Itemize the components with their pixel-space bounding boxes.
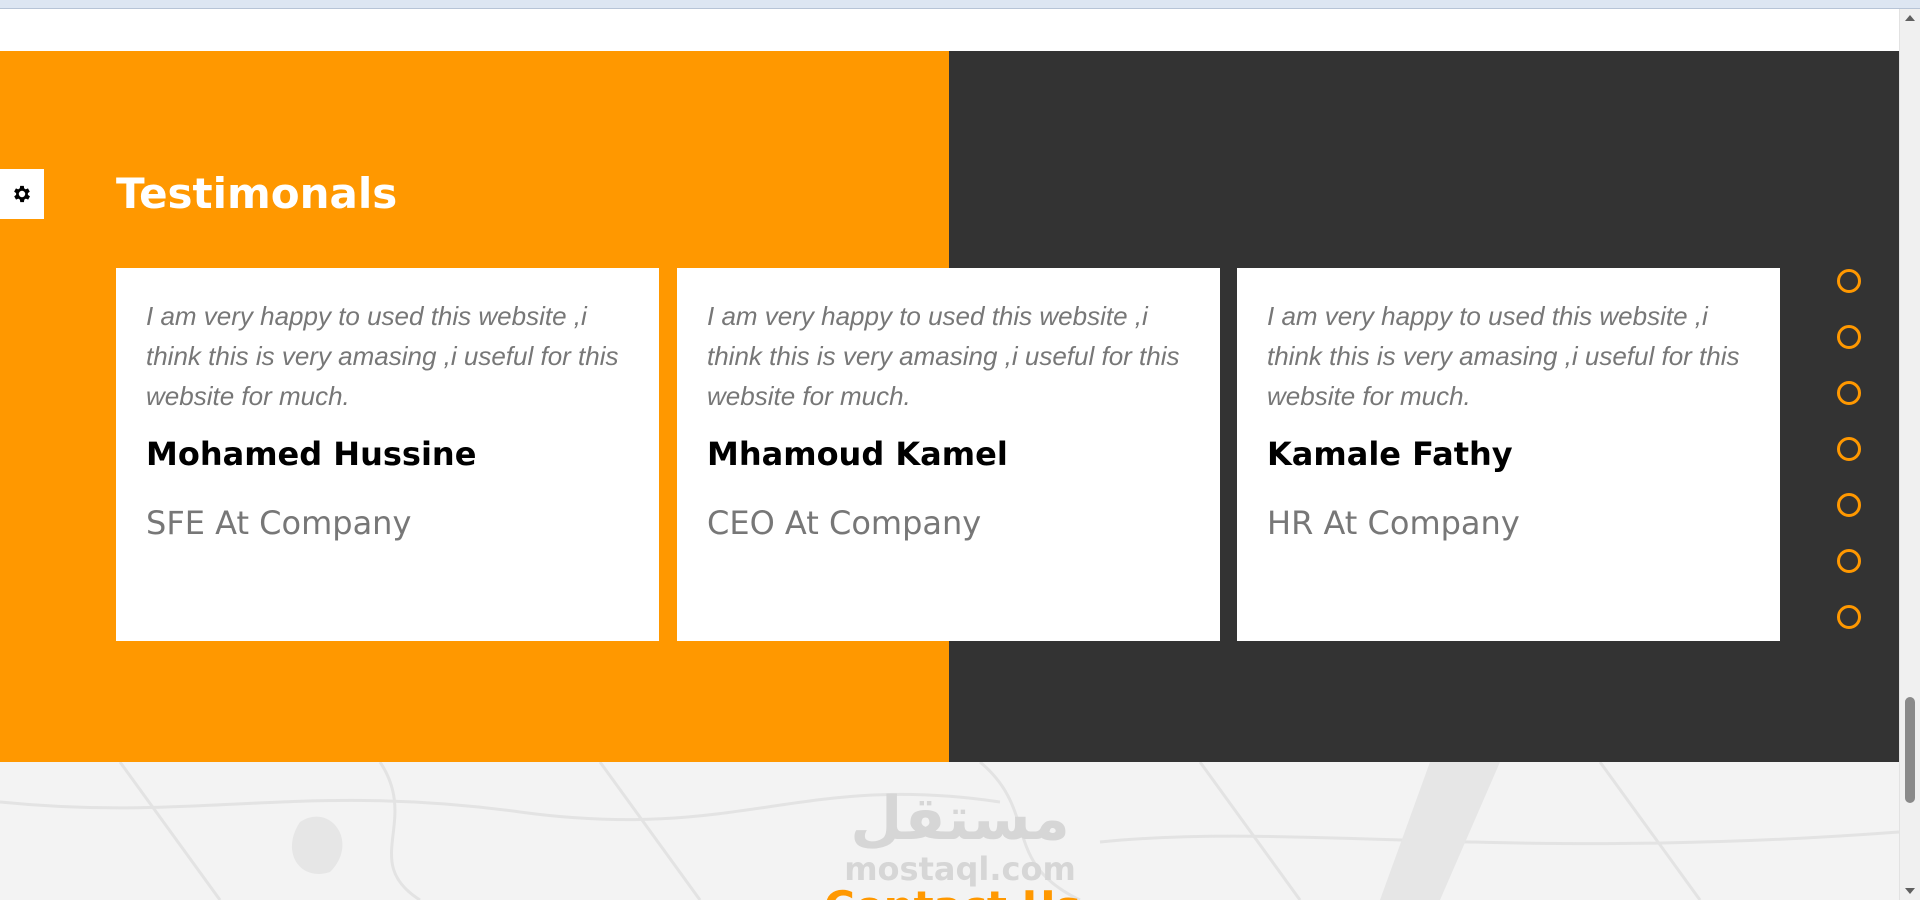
testimonial-card: I am very happy to used this website ,i …	[116, 268, 659, 641]
testimonial-quote: I am very happy to used this website ,i …	[707, 301, 1180, 411]
testimonials-section: Testimonals I am very happy to used this…	[0, 51, 1899, 762]
pagination-dot-4[interactable]	[1837, 437, 1861, 461]
testimonial-card: I am very happy to used this website ,i …	[677, 268, 1220, 641]
pagination-dots	[1837, 269, 1867, 661]
testimonial-role: HR At Company	[1267, 504, 1520, 542]
testimonial-name: Mhamoud Kamel	[707, 435, 1008, 473]
testimonial-card: I am very happy to used this website ,i …	[1237, 268, 1780, 641]
contact-title: Contact Us	[824, 882, 1081, 900]
pagination-dot-3[interactable]	[1837, 381, 1861, 405]
testimonial-role: SFE At Company	[146, 504, 412, 542]
pagination-dot-1[interactable]	[1837, 269, 1861, 293]
contact-section: مستقل mostaql.com Contact Us	[0, 762, 1899, 900]
scroll-down-icon[interactable]	[1905, 888, 1915, 894]
vertical-scrollbar[interactable]	[1899, 9, 1920, 900]
testimonial-name: Kamale Fathy	[1267, 435, 1513, 473]
page-content: Testimonals I am very happy to used this…	[0, 9, 1899, 900]
settings-button[interactable]	[0, 169, 44, 219]
testimonial-role: CEO At Company	[707, 504, 982, 542]
gear-icon	[14, 185, 30, 203]
pagination-dot-7[interactable]	[1837, 605, 1861, 629]
testimonial-name: Mohamed Hussine	[146, 435, 477, 473]
section-title: Testimonals	[116, 169, 398, 218]
testimonial-quote: I am very happy to used this website ,i …	[1267, 301, 1740, 411]
scroll-thumb[interactable]	[1905, 697, 1915, 803]
pagination-dot-5[interactable]	[1837, 493, 1861, 517]
browser-topbar	[0, 0, 1920, 9]
scroll-up-icon[interactable]	[1905, 15, 1915, 21]
watermark-logo: مستقل	[850, 784, 1070, 854]
pagination-dot-2[interactable]	[1837, 325, 1861, 349]
pagination-dot-6[interactable]	[1837, 549, 1861, 573]
testimonial-quote: I am very happy to used this website ,i …	[146, 301, 619, 411]
